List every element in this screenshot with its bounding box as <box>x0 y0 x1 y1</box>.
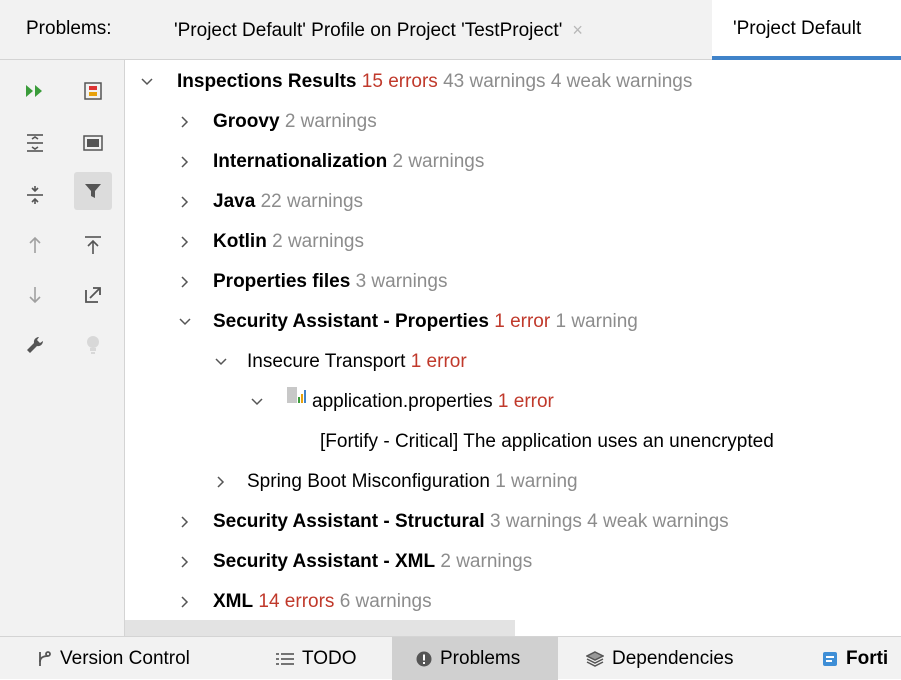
warning-count: 3 warnings 4 weak warnings <box>490 511 729 532</box>
list-icon <box>276 652 294 666</box>
group-label: Kotlin <box>213 231 267 252</box>
category-label: Insecure Transport <box>247 351 406 372</box>
warning-count: 6 warnings <box>339 591 432 612</box>
dependencies-label: Dependencies <box>612 648 734 669</box>
warning-count: 1 warning <box>555 311 638 332</box>
chevron-down-icon[interactable] <box>137 62 157 102</box>
group-label: Internationalization <box>213 151 388 172</box>
category-label: Spring Boot Misconfiguration <box>247 471 490 492</box>
warning-count: 2 warnings <box>392 151 485 172</box>
chevron-right-icon[interactable] <box>175 142 195 182</box>
version-control-button[interactable]: Version Control <box>36 637 190 680</box>
tool-window-bar: Version Control TODO Problems Dependenci… <box>0 636 901 680</box>
previous-icon[interactable] <box>16 226 54 264</box>
warning-count: 1 warning <box>495 471 578 492</box>
group-label: Security Assistant - XML <box>213 551 436 572</box>
dependencies-icon <box>586 650 604 667</box>
chevron-right-icon[interactable] <box>175 502 195 542</box>
group-label: Java <box>213 191 256 212</box>
filter-icon[interactable] <box>74 172 112 210</box>
expand-all-icon[interactable] <box>16 124 54 162</box>
next-icon[interactable] <box>16 276 54 314</box>
tab-label: 'Project Default <box>733 18 862 39</box>
lightbulb-icon[interactable] <box>74 326 112 364</box>
warning-count: 22 warnings <box>260 191 364 212</box>
problems-icon <box>416 651 432 667</box>
group-label: Groovy <box>213 111 280 132</box>
error-count: 14 errors <box>258 591 335 612</box>
properties-file-icon <box>286 380 308 420</box>
problems-title: Problems: <box>26 18 112 39</box>
error-count: 1 error <box>494 311 551 332</box>
stop-icon[interactable] <box>74 72 112 110</box>
chevron-right-icon[interactable] <box>175 582 195 622</box>
chevron-right-icon[interactable] <box>175 102 195 142</box>
error-count: 1 error <box>410 351 467 372</box>
chevron-right-icon[interactable] <box>175 262 195 302</box>
version-control-label: Version Control <box>60 648 190 669</box>
group-label: Properties files <box>213 271 351 292</box>
chevron-right-icon[interactable] <box>175 182 195 222</box>
wrench-icon[interactable] <box>16 326 54 364</box>
collapse-all-icon[interactable] <box>16 176 54 214</box>
chevron-right-icon[interactable] <box>175 222 195 262</box>
dependencies-button[interactable]: Dependencies <box>586 637 733 680</box>
fortify-icon <box>822 651 838 667</box>
error-count: 15 errors <box>361 71 438 92</box>
group-label: XML <box>213 591 254 612</box>
chevron-down-icon[interactable] <box>175 302 195 342</box>
fortify-label: Forti <box>846 648 889 669</box>
chevron-right-icon[interactable] <box>175 542 195 582</box>
group-label: Security Assistant - Properties <box>213 311 489 332</box>
group-label: Security Assistant - Structural <box>213 511 485 532</box>
warning-count: 43 warnings 4 weak warnings <box>443 71 693 92</box>
todo-button[interactable]: TODO <box>276 637 357 680</box>
error-count: 1 error <box>497 391 554 413</box>
problems-header: Problems: 'Project Default' Profile on P… <box>0 0 901 60</box>
tree-root-label: Inspections Results <box>177 71 357 92</box>
fortify-button[interactable]: Forti <box>822 637 888 680</box>
group-icon[interactable] <box>74 124 112 162</box>
version-control-icon <box>36 650 52 668</box>
close-icon[interactable]: × <box>572 20 583 40</box>
problems-label: Problems <box>440 648 521 669</box>
tab-project-default-active[interactable]: 'Project Default <box>712 0 901 60</box>
run-icon[interactable] <box>16 72 54 110</box>
chevron-right-icon[interactable] <box>211 462 231 502</box>
problems-button[interactable]: Problems <box>392 637 558 680</box>
issue-label: [Fortify - Critical] The application use… <box>320 431 774 452</box>
inspection-toolbar <box>0 60 125 636</box>
tab-project-default-profile[interactable]: 'Project Default' Profile on Project 'Te… <box>158 0 712 60</box>
chevron-down-icon[interactable] <box>211 342 231 382</box>
warning-count: 3 warnings <box>355 271 448 292</box>
export-icon[interactable] <box>74 226 112 264</box>
tab-label: 'Project Default' Profile on Project 'Te… <box>174 20 563 41</box>
file-label: application.properties <box>312 391 493 413</box>
warning-count: 2 warnings <box>440 551 533 572</box>
warning-count: 2 warnings <box>272 231 364 252</box>
warning-count: 2 warnings <box>284 111 377 132</box>
horizontal-scrollbar[interactable] <box>125 620 515 636</box>
chevron-down-icon[interactable] <box>247 382 267 422</box>
inspection-results-tree: Inspections Results 15 errors 43 warning… <box>125 60 901 636</box>
open-external-icon[interactable] <box>74 276 112 314</box>
todo-label: TODO <box>302 648 357 669</box>
